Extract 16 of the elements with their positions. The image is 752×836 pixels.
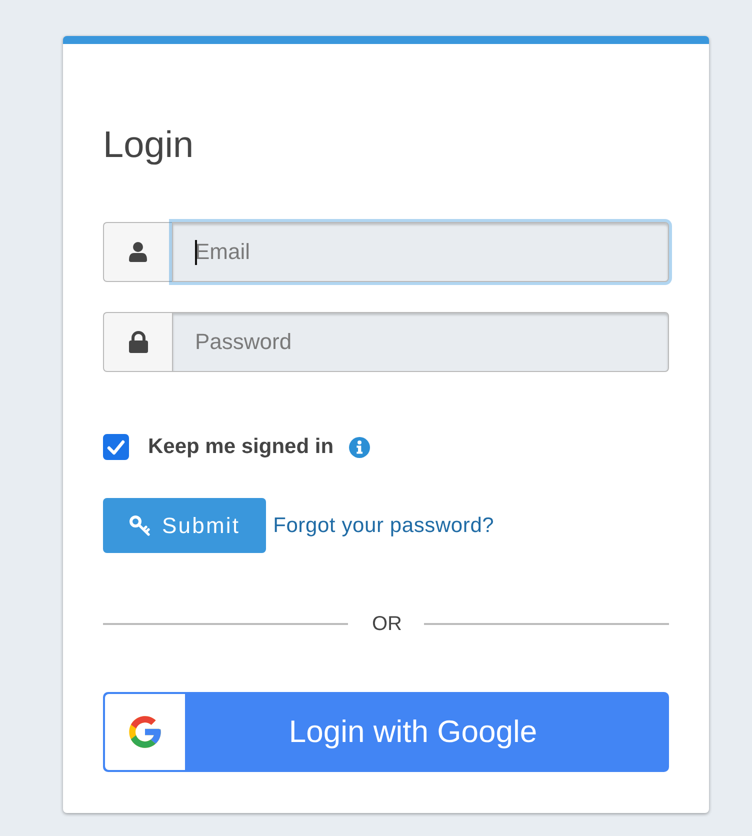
- google-login-button[interactable]: Login with Google: [103, 692, 669, 772]
- lock-icon: [128, 331, 148, 353]
- text-cursor-icon: [195, 240, 197, 265]
- checkbox-label: Keep me signed in: [148, 435, 334, 459]
- forgot-password-link[interactable]: Forgot your password?: [273, 514, 494, 538]
- email-field[interactable]: Email: [172, 222, 669, 282]
- user-icon: [128, 242, 148, 262]
- google-logo-icon: [105, 694, 185, 770]
- check-icon: [107, 440, 125, 454]
- submit-button[interactable]: Submit: [103, 498, 266, 553]
- divider-text: OR: [372, 612, 402, 636]
- password-field[interactable]: Password: [172, 312, 669, 372]
- key-icon: [129, 515, 151, 536]
- checkbox[interactable]: [103, 434, 129, 460]
- login-title: Login: [103, 123, 195, 167]
- info-icon[interactable]: [348, 436, 370, 458]
